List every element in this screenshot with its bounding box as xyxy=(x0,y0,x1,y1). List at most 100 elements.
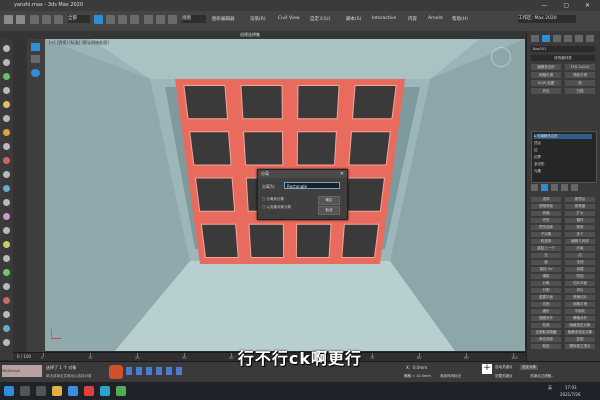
stack-item[interactable]: 顶点 xyxy=(534,141,541,146)
selection-set-field[interactable]: 创建选择集 xyxy=(240,31,260,39)
rollout-control[interactable]: 平面化 xyxy=(565,309,595,314)
display-tab-icon[interactable] xyxy=(575,35,583,42)
ime-indicator[interactable]: 英 xyxy=(548,385,552,391)
make-unique-icon[interactable] xyxy=(551,184,558,191)
rollout-control[interactable]: 收缩 xyxy=(531,211,561,216)
rollout-control[interactable]: 软选择 xyxy=(531,239,561,244)
menu-scripting[interactable]: 脚本(S) xyxy=(346,16,361,22)
menu-graph-editors[interactable]: 图形编辑器 xyxy=(212,16,235,22)
rollout-control[interactable]: 创建 xyxy=(565,267,595,272)
modifier-button[interactable]: UVW 贴图 xyxy=(531,80,561,86)
hierarchy-tab-icon[interactable] xyxy=(553,35,561,42)
window-pane[interactable] xyxy=(200,223,239,259)
detach-to-element-checkbox[interactable]: □ 分离到元素 xyxy=(262,197,284,202)
viewcube-icon[interactable] xyxy=(491,47,511,67)
rollout-control[interactable]: 切片 xyxy=(565,288,595,293)
ok-button[interactable]: 确定 xyxy=(318,196,340,205)
key-filters-button[interactable]: 关键点过滤器... xyxy=(530,374,554,379)
reference-coord-dropdown[interactable]: 视图 xyxy=(182,15,206,23)
task-view-icon[interactable] xyxy=(36,386,46,396)
rollout-control[interactable]: 分割 xyxy=(531,288,561,293)
set-key-button[interactable]: 设置关键点 xyxy=(495,374,513,379)
rollout-control[interactable]: 塌陷 xyxy=(531,274,561,279)
windows-start-icon[interactable] xyxy=(4,386,14,396)
undo-icon[interactable] xyxy=(4,15,13,24)
modifier-stack[interactable]: ▸ 可编辑多边形 顶点 边 边界 多边形 元素 xyxy=(531,131,597,183)
window-pane[interactable] xyxy=(297,84,340,120)
motion-tab-icon[interactable] xyxy=(564,35,572,42)
rollout-control[interactable]: 细化 xyxy=(531,309,561,314)
rollout-control[interactable]: 附加 xyxy=(565,274,595,279)
helper-icon[interactable] xyxy=(3,269,10,276)
rollout-control[interactable]: 快速切片 xyxy=(565,295,595,300)
3dsmax-icon[interactable] xyxy=(100,386,110,396)
rollout-control[interactable]: 隐藏选定对象 xyxy=(565,323,595,328)
torus-icon[interactable] xyxy=(3,185,10,192)
modifier-button[interactable]: 扫描 xyxy=(565,88,595,94)
rollout-control[interactable]: 按角度 xyxy=(565,204,595,209)
window-pane[interactable] xyxy=(296,131,337,166)
rollout-control[interactable]: 按顶点 xyxy=(565,197,595,202)
window-pane[interactable] xyxy=(240,84,283,120)
stack-item[interactable]: 边界 xyxy=(534,155,541,160)
window-crossing-icon[interactable] xyxy=(130,15,139,24)
bind-space-warp-icon[interactable] xyxy=(54,15,63,24)
shapes-icon[interactable] xyxy=(3,311,10,318)
light-icon[interactable] xyxy=(3,101,10,108)
create-icon[interactable] xyxy=(3,45,10,52)
close-icon[interactable]: ✕ xyxy=(340,170,344,178)
modify-icon[interactable] xyxy=(3,59,10,66)
menu-civil-view[interactable]: Civil View xyxy=(278,16,300,21)
viewport-label[interactable]: [+] [透视] [标准] [默认明暗处理] xyxy=(49,40,109,46)
rollout-control[interactable]: 多个 xyxy=(565,232,595,237)
clock-date[interactable]: 2021/7/26 xyxy=(560,392,581,397)
window-pane[interactable] xyxy=(189,131,232,166)
unlink-icon[interactable] xyxy=(42,15,51,24)
rotate-icon[interactable] xyxy=(156,15,165,24)
rollout-control[interactable]: 边 xyxy=(565,253,595,258)
workspace-dropdown[interactable]: 工作区: Max 2020 xyxy=(518,15,576,23)
modify-tab-icon[interactable] xyxy=(542,35,550,42)
geosphere-icon[interactable] xyxy=(3,255,10,262)
select-object-icon[interactable] xyxy=(94,15,103,24)
hierarchy-icon[interactable] xyxy=(3,73,10,80)
particles-icon[interactable] xyxy=(3,325,10,332)
rollout-control[interactable]: 重复上一个 xyxy=(531,246,561,251)
stack-item[interactable]: 边 xyxy=(534,148,538,153)
display-icon[interactable] xyxy=(31,43,40,51)
tube-icon[interactable] xyxy=(3,227,10,234)
modifier-list-dropdown[interactable]: 修改器列表 xyxy=(531,55,595,61)
window-pane[interactable] xyxy=(243,131,284,166)
rollout-control[interactable]: 约束 xyxy=(565,246,595,251)
modifier-button[interactable]: 网格平滑 xyxy=(531,72,561,78)
rollout-control[interactable]: 松弛 xyxy=(531,323,561,328)
window-pane[interactable] xyxy=(295,223,332,259)
pyramid-icon[interactable] xyxy=(3,241,10,248)
show-end-result-icon[interactable] xyxy=(541,184,548,191)
menu-rendering[interactable]: 渲染(R) xyxy=(250,16,266,22)
cylinder-icon[interactable] xyxy=(3,171,10,178)
browser-icon[interactable] xyxy=(84,386,94,396)
rollout-control[interactable]: 全部取消隐藏 xyxy=(531,330,561,335)
window-pane[interactable] xyxy=(183,84,229,120)
sphere-icon[interactable] xyxy=(3,129,10,136)
rollout-control[interactable]: 面 xyxy=(531,260,561,265)
menu-arnold[interactable]: Arnold xyxy=(428,16,443,21)
edge-icon[interactable] xyxy=(68,386,78,396)
spacewarp-icon[interactable] xyxy=(3,283,10,290)
rollout-control[interactable]: 环形 xyxy=(531,218,561,223)
rollout-control[interactable]: 法线 xyxy=(565,260,595,265)
rollout-control[interactable]: 无 xyxy=(531,253,561,258)
rollout-control[interactable]: 预览选择 xyxy=(531,225,561,230)
rollout-control[interactable]: 保持 UV xyxy=(531,267,561,272)
window-pane[interactable] xyxy=(341,223,380,259)
rollout-control[interactable]: 复制 xyxy=(565,337,595,342)
modifier-button[interactable]: 编辑多边形 xyxy=(531,64,561,70)
window-pane[interactable] xyxy=(194,177,236,212)
select-mode-icon[interactable] xyxy=(31,55,40,63)
modifier-button[interactable]: 挤出 xyxy=(531,88,561,94)
camera-icon[interactable] xyxy=(3,115,10,122)
rollout-control[interactable]: 重置平面 xyxy=(531,295,561,300)
cone-icon[interactable] xyxy=(3,199,10,206)
plane-icon[interactable] xyxy=(3,213,10,220)
